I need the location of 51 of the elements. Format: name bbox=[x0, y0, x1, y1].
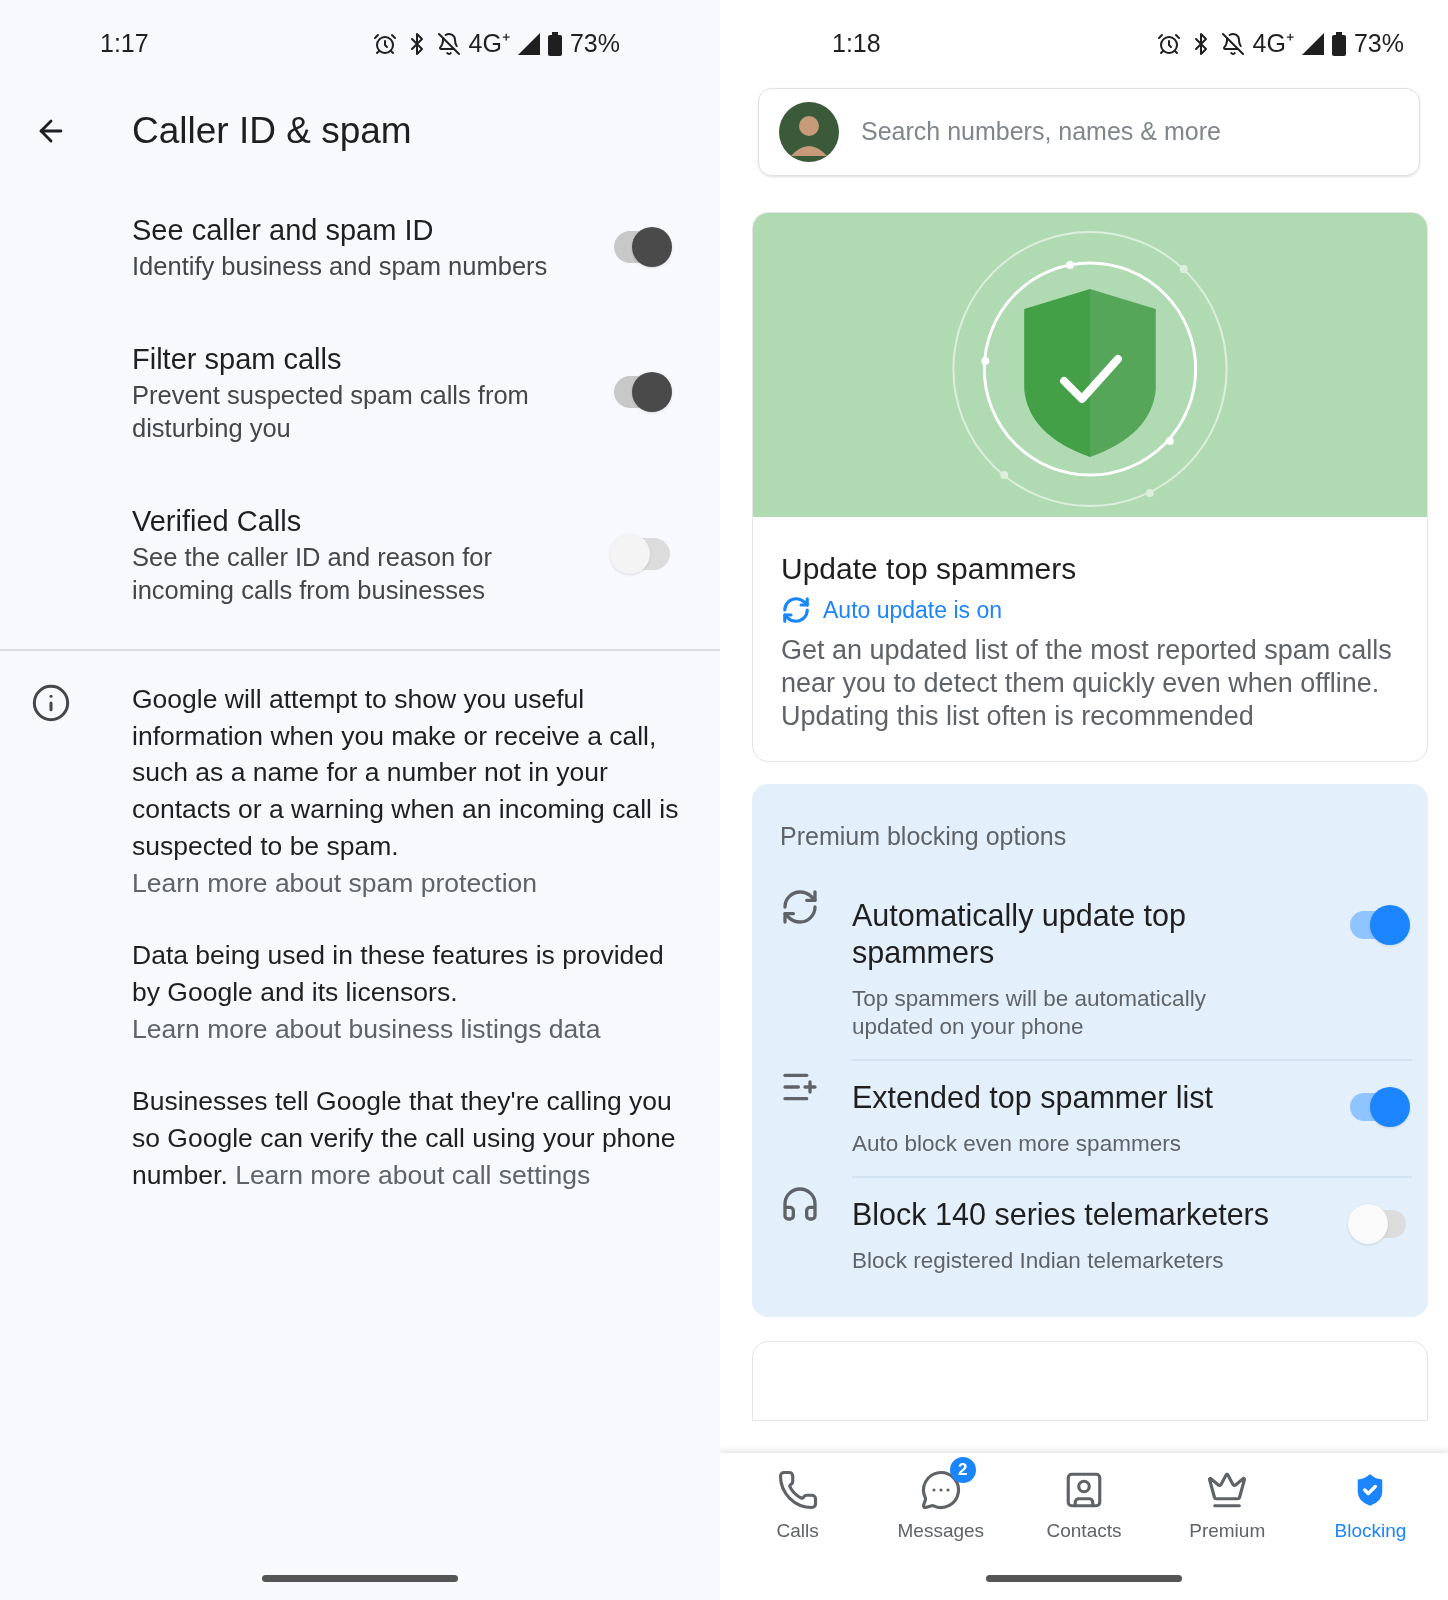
headset-icon bbox=[780, 1184, 820, 1224]
search-bar[interactable]: Search numbers, names & more bbox=[758, 88, 1420, 176]
setting-title: See caller and spam ID bbox=[132, 213, 435, 248]
unread-badge: 2 bbox=[949, 1457, 976, 1483]
info-icon bbox=[31, 683, 71, 723]
sync-icon bbox=[781, 595, 811, 626]
battery-icon bbox=[547, 32, 562, 56]
info-paragraph: Google will attempt to show you useful information when you make or receive a call, such as a name for a number not in your contacts or a warning when an incoming call is suspected to be spam. Learn more about spam protection bbox=[132, 683, 680, 900]
setting-description: See the caller ID and reason for incoming calls from businesses bbox=[132, 542, 494, 606]
auto-update-status: Auto update is on bbox=[823, 596, 1003, 625]
section-heading: Premium blocking options bbox=[779, 820, 1068, 852]
status-time: 1:17 bbox=[100, 28, 150, 60]
bell-off-icon bbox=[436, 32, 461, 56]
info-paragraph: Data being used in these features is provided by Google and its licensors. Learn more about business listings data bbox=[132, 939, 665, 1046]
avatar bbox=[779, 102, 839, 162]
learn-more-link[interactable]: Learn more about business listings data bbox=[132, 1013, 601, 1044]
info-paragraph: Businesses tell Google that they're calling you so Google can verify the call using your phone number. Learn more about call settings bbox=[132, 1085, 677, 1192]
option-description: Block registered Indian telemarketers bbox=[852, 1247, 1225, 1275]
nav-tab[interactable]: Contacts bbox=[1012, 1453, 1156, 1546]
page-title: Caller ID & spam bbox=[132, 109, 412, 154]
signal-icon bbox=[1301, 33, 1324, 55]
battery-percent: 73% bbox=[569, 28, 620, 60]
option-title: Block 140 series telemarketers bbox=[852, 1196, 1270, 1233]
nav-tab[interactable]: Premium bbox=[1155, 1453, 1299, 1546]
option-title: Automatically update top spammers bbox=[852, 897, 1187, 971]
option-title: Extended top spammer list bbox=[852, 1079, 1215, 1116]
setting-title: Filter spam calls bbox=[132, 342, 343, 377]
alarm-icon bbox=[1156, 32, 1181, 56]
learn-more-link[interactable]: Learn more about call settings bbox=[235, 1159, 591, 1190]
search-placeholder: Search numbers, names & more bbox=[861, 116, 1221, 148]
setting-description: Prevent suspected spam calls from disturbing you bbox=[132, 380, 530, 444]
card-title: Update top spammers bbox=[781, 551, 1078, 587]
status-time: 1:18 bbox=[832, 28, 882, 60]
battery-icon bbox=[1331, 32, 1346, 56]
alarm-icon bbox=[372, 32, 397, 56]
signal-icon bbox=[517, 33, 540, 55]
nav-tab[interactable]: 2 Messages bbox=[869, 1453, 1013, 1546]
sync-icon bbox=[780, 887, 820, 927]
network-type: 4G⁺ bbox=[468, 28, 510, 60]
learn-more-link[interactable]: Learn more about spam protection bbox=[132, 867, 538, 898]
card-description: Get an updated list of the most reported spam calls near you to detect them quickly even when offline. Updating this list often is recommended bbox=[781, 633, 1393, 733]
setting-title: Verified Calls bbox=[132, 504, 303, 539]
bell-off-icon bbox=[1220, 32, 1245, 56]
battery-percent: 73% bbox=[1353, 28, 1404, 60]
phone-icon bbox=[776, 1469, 819, 1511]
nav-tab[interactable]: Calls bbox=[726, 1453, 870, 1546]
network-type: 4G⁺ bbox=[1252, 28, 1294, 60]
option-description: Auto block even more spammers bbox=[852, 1130, 1182, 1158]
option-description: Top spammers will be automatically updated on your phone bbox=[852, 985, 1207, 1041]
nav-tab[interactable]: Blocking bbox=[1298, 1453, 1442, 1546]
setting-description: Identify business and spam numbers bbox=[132, 251, 549, 282]
